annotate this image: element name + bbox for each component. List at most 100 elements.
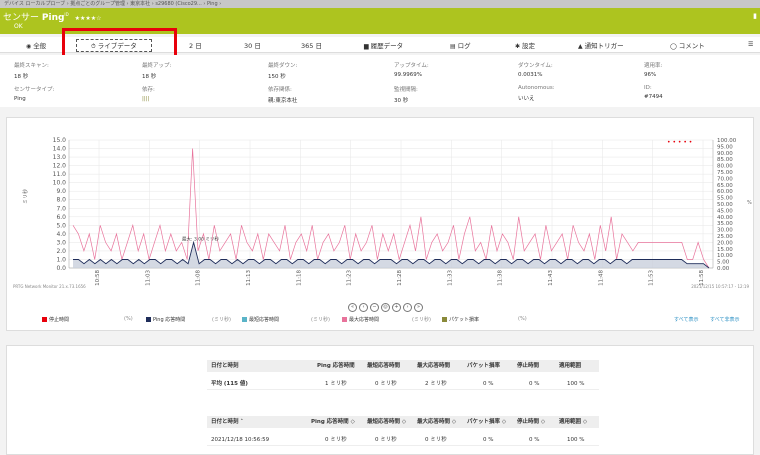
x-tick-label: 11:53	[649, 270, 655, 286]
tab-2-days[interactable]: 2 日	[189, 40, 202, 50]
hide-all-link[interactable]: すべて非表示	[710, 316, 739, 323]
sensor-info-panel: 最終スキャン: 18 秒 最終アップ: 18 秒 最終ダウン: 150 秒 アップタイ…	[0, 55, 760, 107]
y-tick-label: 9.0	[56, 188, 66, 195]
legend-unit: (ミリ秒)	[311, 317, 330, 323]
tab-label: 30 日	[244, 42, 261, 50]
legend-item-min-time[interactable]: 最短応答時間	[242, 316, 279, 323]
tab-historic-data[interactable]: ▆ 履歴データ	[364, 40, 403, 50]
info-sensor-type: センサータイプ: Ping	[14, 85, 54, 102]
y-tick-label: 0.0	[56, 265, 66, 272]
info-label: 最終ダウン:	[268, 63, 298, 69]
y2-tick-label: 10.00	[717, 253, 733, 259]
info-value: 150 秒	[268, 74, 286, 80]
sortable-col-header[interactable]: 適用範囲 ◇	[559, 416, 587, 428]
tab-settings[interactable]: ✱ 設定	[515, 40, 535, 50]
table-cell: 100 %	[567, 437, 585, 443]
title-prefix: センサー	[3, 13, 40, 23]
y-tick-label: 15.0	[53, 137, 67, 144]
col-header: 停止時間	[517, 363, 540, 369]
y2-tick-label: 35.00	[717, 221, 733, 227]
legend-swatch	[242, 317, 247, 322]
x-tick-label: 11:03	[145, 270, 151, 286]
chart-legend: 停止時間 (%) Ping 応答時間 (ミリ秒) 最短応答時間 (ミリ秒) 最大…	[6, 316, 754, 330]
y-axis-label: ミリ秒	[22, 189, 29, 204]
y-tick-label: 5.0	[56, 222, 66, 229]
info-label: センサータイプ:	[14, 87, 55, 93]
legend-item-packet-loss[interactable]: パケット損率	[442, 316, 479, 323]
sortable-col-header[interactable]: 最短応答時間 ◇	[367, 416, 406, 428]
comment-icon: ◯	[670, 43, 677, 50]
y-tick-label: 11.0	[53, 171, 67, 178]
col-header: 適用範囲	[559, 363, 582, 369]
tab-log[interactable]: ▤ ログ	[450, 40, 471, 50]
legend-label: 最大応答時間	[349, 317, 380, 323]
sortable-col-header[interactable]: 最大応答時間 ◇	[417, 416, 456, 428]
nav-first-button[interactable]: «	[348, 303, 357, 312]
info-label: 適用率:	[644, 63, 663, 69]
table-cell: 0 %	[529, 437, 540, 443]
legend-unit: (%)	[518, 316, 527, 322]
y-tick-label: 14.0	[53, 146, 67, 153]
table-header-row: 日付と時刻 Ping 応答時間 最短応答時間 最大応答時間 パケット損率 停止時…	[207, 360, 599, 372]
table-cell: 平均 (115 値)	[211, 381, 248, 387]
table-cell: 1 ミリ秒	[325, 381, 347, 387]
y-tick-label: 12.0	[53, 163, 67, 170]
col-header: 最大応答時間	[417, 363, 451, 369]
nav-last-button[interactable]: »	[414, 303, 423, 312]
tab-365-days[interactable]: 365 日	[301, 40, 322, 50]
sortable-col-header[interactable]: Ping 応答時間 ◇	[311, 416, 355, 428]
nav-prev-button[interactable]: ‹	[359, 303, 368, 312]
tab-more[interactable]: ☰	[748, 40, 755, 48]
zoom-out-button[interactable]: −	[370, 303, 379, 312]
sortable-col-header[interactable]: 停止時間 ◇	[517, 416, 545, 428]
info-last-up: 最終アップ: 18 秒	[142, 61, 171, 80]
zoom-reset-button[interactable]: ◎	[381, 303, 390, 312]
y2-tick-label: 70.00	[717, 176, 733, 182]
tab-notification-triggers[interactable]: ▲ 通知トリガー	[578, 40, 624, 50]
info-label: 最終スキャン:	[14, 63, 49, 69]
y2-tick-label: 30.00	[717, 228, 733, 234]
info-value[interactable]: 親:東京本社	[268, 96, 297, 104]
table-header-row: 日付と時刻 ˄ Ping 応答時間 ◇ 最短応答時間 ◇ 最大応答時間 ◇ パケ…	[207, 416, 599, 428]
y2-tick-label: 85.00	[717, 157, 733, 163]
nav-next-button[interactable]: ›	[403, 303, 412, 312]
y2-tick-label: 75.00	[717, 170, 733, 176]
sortable-col-header[interactable]: パケット損率 ◇	[467, 416, 506, 428]
legend-item-max-time[interactable]: 最大応答時間	[342, 316, 379, 323]
y-tick-label: 10.0	[53, 180, 67, 187]
pause-icon[interactable]: ▮	[753, 12, 757, 20]
tab-overview[interactable]: ◉ 全般	[26, 40, 46, 50]
y-tick-label: 2.0	[56, 248, 66, 255]
x-tick-label: 11:48	[598, 270, 604, 286]
y2-tick-label: 45.00	[717, 208, 733, 214]
table-cell: 2 ミリ秒	[425, 381, 447, 387]
breadcrumb[interactable]: デバイス ローカルプローブ › 拠点ごとのグループ管理 › 東京本社 › s29…	[0, 0, 760, 8]
col-header: パケット損率	[467, 363, 501, 369]
legend-item-downtime[interactable]: 停止時間	[42, 316, 69, 323]
y2-tick-label: 20.00	[717, 240, 733, 246]
y-tick-label: 4.0	[56, 231, 66, 238]
status-badge: OK	[14, 23, 23, 30]
y2-tick-label: 5.00	[717, 260, 730, 266]
y-tick-label: 8.0	[56, 197, 66, 204]
y2-tick-label: 55.00	[717, 196, 733, 202]
zoom-in-button[interactable]: +	[392, 303, 401, 312]
info-value: 0.0031%	[518, 72, 543, 78]
legend-swatch	[342, 317, 347, 322]
priority-stars[interactable]: ★★★★☆	[75, 15, 102, 22]
show-all-link[interactable]: すべて表示	[674, 316, 698, 323]
x-tick-label: 11:18	[296, 270, 302, 286]
legend-label: 最短応答時間	[249, 317, 280, 323]
info-downtime: ダウンタイム: 0.0031%	[518, 61, 553, 78]
tab-comments[interactable]: ◯ コメント	[670, 40, 705, 50]
info-dependency: 依存: ||||	[142, 85, 155, 102]
y2-tick-label: 25.00	[717, 234, 733, 240]
y2-tick-label: 60.00	[717, 189, 733, 195]
info-id: ID: #7494	[644, 85, 663, 100]
table-row: 平均 (115 値) 1 ミリ秒 0 ミリ秒 2 ミリ秒 0 % 0 % 100…	[207, 378, 599, 390]
tab-30-days[interactable]: 30 日	[244, 40, 261, 50]
sortable-col-header[interactable]: 日付と時刻 ˄	[211, 416, 243, 428]
info-last-down: 最終ダウン: 150 秒	[268, 61, 297, 80]
table-cell: 100 %	[567, 381, 585, 387]
legend-item-ping-time[interactable]: Ping 応答時間	[146, 316, 185, 323]
